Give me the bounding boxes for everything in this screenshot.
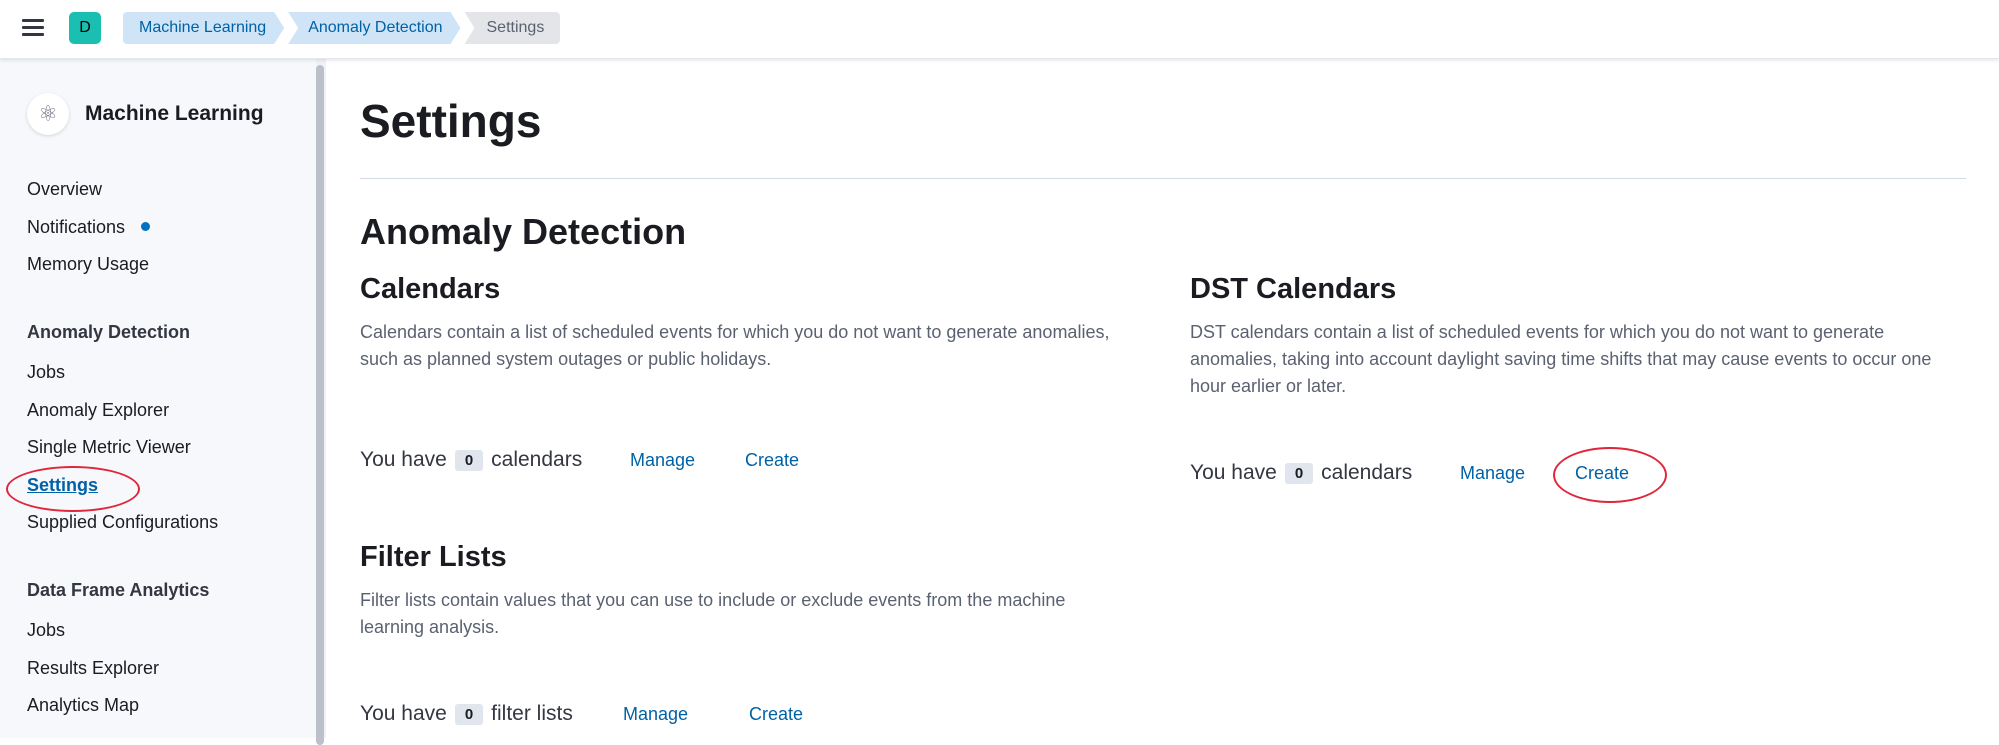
sidebar-item-memory-usage[interactable]: Memory Usage	[27, 254, 149, 275]
sidebar-title: Machine Learning	[85, 102, 264, 125]
sidebar-item-supplied-configurations[interactable]: Supplied Configurations	[27, 512, 218, 533]
calendars-title: Calendars	[360, 273, 501, 305]
sidebar-group-data-frame-analytics: Data Frame Analytics	[27, 580, 210, 600]
scrollbar-thumb[interactable]	[316, 65, 324, 745]
count-suffix: filter lists	[491, 702, 573, 725]
filter-lists-manage-link[interactable]: Manage	[623, 704, 688, 725]
filter-lists-count-row: You have 0 filter lists	[360, 702, 573, 726]
hamburger-menu-icon[interactable]	[20, 15, 46, 41]
calendars-count-row: You have 0 calendars	[360, 448, 582, 472]
count-prefix: You have	[360, 702, 447, 725]
page-title: Settings	[360, 95, 542, 147]
breadcrumb-settings: Settings	[464, 12, 561, 44]
sidebar-item-analytics-map[interactable]: Analytics Map	[27, 695, 139, 716]
sidebar-item-overview[interactable]: Overview	[27, 179, 102, 200]
sidebar-item-ad-jobs[interactable]: Jobs	[27, 362, 65, 383]
dst-calendars-manage-link[interactable]: Manage	[1460, 463, 1525, 484]
divider	[360, 178, 1966, 179]
ml-app-logo-icon: ⚛	[27, 93, 69, 135]
filter-lists-description: Filter lists contain values that you can…	[360, 590, 1066, 637]
dst-calendars-title: DST Calendars	[1190, 273, 1397, 305]
breadcrumb-anomaly-detection[interactable]: Anomaly Detection	[288, 12, 460, 44]
main-content: Settings Anomaly Detection Calendars Cal…	[326, 58, 1999, 738]
top-header: D Machine Learning Anomaly Detection Set…	[0, 0, 1999, 59]
count-suffix: calendars	[1321, 461, 1413, 484]
section-title: Anomaly Detection	[360, 211, 687, 252]
filter-lists-create-link[interactable]: Create	[749, 704, 803, 725]
count-prefix: You have	[360, 448, 447, 471]
sidebar-item-dfa-jobs[interactable]: Jobs	[27, 620, 65, 641]
filter-lists-title: Filter Lists	[360, 541, 507, 573]
calendars-count-badge: 0	[454, 449, 484, 471]
count-prefix: You have	[1190, 461, 1277, 484]
sidebar-item-results-explorer[interactable]: Results Explorer	[27, 658, 159, 679]
notification-dot-icon	[141, 222, 151, 231]
space-avatar[interactable]: D	[69, 12, 101, 44]
calendars-manage-link[interactable]: Manage	[630, 450, 695, 471]
sidebar: ⚛ Machine Learning Overview Notification…	[0, 58, 316, 738]
sidebar-item-settings[interactable]: Settings	[27, 475, 98, 496]
sidebar-item-anomaly-explorer[interactable]: Anomaly Explorer	[27, 400, 169, 421]
sidebar-item-single-metric-viewer[interactable]: Single Metric Viewer	[27, 437, 191, 458]
count-suffix: calendars	[491, 448, 583, 471]
calendars-description: Calendars contain a list of scheduled ev…	[360, 322, 1110, 369]
dst-calendars-count-row: You have 0 calendars	[1190, 461, 1412, 485]
filter-lists-count-badge: 0	[454, 703, 484, 725]
dst-calendars-description: DST calendars contain a list of schedule…	[1190, 322, 1932, 396]
sidebar-item-notifications[interactable]: Notifications	[27, 217, 151, 238]
sidebar-group-anomaly-detection: Anomaly Detection	[27, 322, 191, 342]
breadcrumb-machine-learning[interactable]: Machine Learning	[123, 12, 284, 44]
dst-calendars-count-badge: 0	[1284, 462, 1314, 484]
dst-calendars-create-link[interactable]: Create	[1575, 463, 1629, 484]
sidebar-item-label: Notifications	[27, 217, 126, 237]
breadcrumb: Machine Learning Anomaly Detection Setti…	[123, 12, 561, 44]
sidebar-scrollbar[interactable]	[316, 58, 326, 745]
calendars-create-link[interactable]: Create	[745, 450, 799, 471]
